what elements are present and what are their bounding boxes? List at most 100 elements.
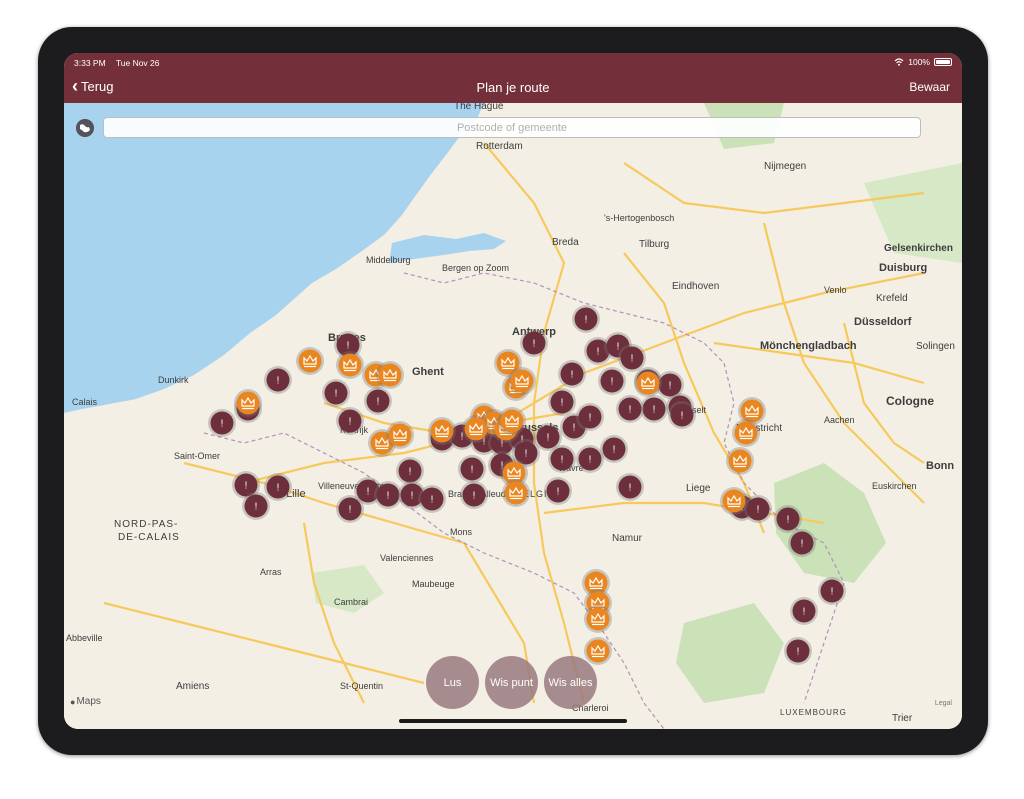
exclamation-marker-icon[interactable]: ! <box>572 305 600 333</box>
exclamation-marker-icon[interactable]: ! <box>784 637 812 665</box>
crown-marker-icon[interactable] <box>726 447 754 475</box>
label-venlo: Venlo <box>824 285 847 295</box>
crown-marker-icon[interactable] <box>386 421 414 449</box>
exclamation-marker-icon[interactable]: ! <box>576 445 604 473</box>
exclamation-marker-icon[interactable]: ! <box>322 379 350 407</box>
save-button[interactable]: Bewaar <box>909 80 950 94</box>
exclamation-marker-icon[interactable]: ! <box>598 367 626 395</box>
exclamation-marker-icon[interactable]: ! <box>374 481 402 509</box>
exclamation-marker-icon[interactable]: ! <box>640 395 668 423</box>
label-monchengladbach: Mönchengladbach <box>760 340 857 352</box>
maps-label: Maps <box>76 696 101 707</box>
crown-marker-icon[interactable] <box>508 367 536 395</box>
legal-link[interactable]: Legal <box>935 700 952 707</box>
exclamation-marker-icon[interactable]: ! <box>264 473 292 501</box>
svg-text:!: ! <box>653 405 656 416</box>
svg-text:!: ! <box>221 419 224 430</box>
crown-marker-icon[interactable] <box>428 417 456 445</box>
exclamation-marker-icon[interactable]: ! <box>544 477 572 505</box>
exclamation-marker-icon[interactable]: ! <box>774 505 802 533</box>
exclamation-marker-icon[interactable]: ! <box>264 366 292 394</box>
crown-marker-icon[interactable] <box>498 407 526 435</box>
svg-text:!: ! <box>533 339 536 350</box>
exclamation-marker-icon[interactable]: ! <box>616 473 644 501</box>
svg-text:!: ! <box>629 405 632 416</box>
exclamation-marker-icon[interactable]: ! <box>418 485 446 513</box>
clear-point-button[interactable]: Wis punt <box>485 656 538 709</box>
exclamation-marker-icon[interactable]: ! <box>616 395 644 423</box>
svg-text:!: ! <box>561 455 564 466</box>
exclamation-marker-icon[interactable]: ! <box>668 401 696 429</box>
exclamation-marker-icon[interactable]: ! <box>242 492 270 520</box>
maps-attribution[interactable]: ● Maps <box>70 696 101 707</box>
label-cambrai: Cambrai <box>334 597 368 607</box>
label-luxembourg: LUXEMBOURG <box>780 708 847 717</box>
svg-text:!: ! <box>335 389 338 400</box>
exclamation-marker-icon[interactable]: ! <box>790 597 818 625</box>
label-nord-pas-de-calais-2: DE-CALAIS <box>118 532 180 543</box>
label-gelsenkirchen: Gelsenkirchen <box>884 243 953 254</box>
loop-button[interactable]: Lus <box>426 656 479 709</box>
exclamation-marker-icon[interactable]: ! <box>520 329 548 357</box>
page-title: Plan je route <box>476 80 550 95</box>
svg-text:!: ! <box>255 502 258 513</box>
label-hertogenbosch: 's-Hertogenbosch <box>604 213 674 223</box>
label-middelburg: Middelburg <box>366 255 411 265</box>
exclamation-marker-icon[interactable]: ! <box>364 387 392 415</box>
label-arras: Arras <box>260 567 282 577</box>
crown-marker-icon[interactable] <box>336 351 364 379</box>
apple-logo-icon: ● <box>70 696 76 707</box>
crown-marker-icon[interactable] <box>234 389 262 417</box>
label-cologne: Cologne <box>886 394 934 408</box>
navigation-bar: ‹ Terug Plan je route Bewaar <box>64 71 962 103</box>
label-bergen-op-zoom: Bergen op Zoom <box>442 263 509 273</box>
exclamation-marker-icon[interactable]: ! <box>744 495 772 523</box>
crown-marker-icon[interactable] <box>376 361 404 389</box>
svg-text:!: ! <box>387 491 390 502</box>
exclamation-marker-icon[interactable]: ! <box>548 388 576 416</box>
crown-marker-icon[interactable] <box>720 487 748 515</box>
battery-icon <box>934 58 952 66</box>
exclamation-marker-icon[interactable]: ! <box>208 409 236 437</box>
exclamation-marker-icon[interactable]: ! <box>548 445 576 473</box>
svg-text:!: ! <box>631 354 634 365</box>
home-indicator <box>399 719 627 723</box>
label-maubeuge: Maubeuge <box>412 579 455 589</box>
label-eindhoven: Eindhoven <box>672 281 719 292</box>
label-saint-omer: Saint-Omer <box>174 451 220 461</box>
crown-marker-icon[interactable] <box>584 605 612 633</box>
label-dunkirk: Dunkirk <box>158 375 189 385</box>
app-screen: The Hague Rotterdam 's-Hertogenbosch Til… <box>64 53 962 729</box>
map-view[interactable]: The Hague Rotterdam 's-Hertogenbosch Til… <box>64 103 962 729</box>
clear-all-button[interactable]: Wis alles <box>544 656 597 709</box>
exclamation-marker-icon[interactable]: ! <box>396 457 424 485</box>
svg-text:!: ! <box>349 505 352 516</box>
search-input[interactable] <box>103 117 921 138</box>
exclamation-marker-icon[interactable]: ! <box>460 481 488 509</box>
exclamation-marker-icon[interactable]: ! <box>336 407 364 435</box>
status-time: 3:33 PM <box>74 58 106 68</box>
label-duisburg: Duisburg <box>879 262 927 274</box>
crown-marker-icon[interactable] <box>732 419 760 447</box>
crown-marker-icon[interactable] <box>462 415 490 443</box>
label-mons: Mons <box>450 527 473 537</box>
globe-icon[interactable] <box>76 119 94 137</box>
exclamation-marker-icon[interactable]: ! <box>576 403 604 431</box>
crown-marker-icon[interactable] <box>502 479 530 507</box>
exclamation-marker-icon[interactable]: ! <box>558 360 586 388</box>
crown-marker-icon[interactable] <box>296 347 324 375</box>
wifi-icon <box>894 58 904 66</box>
exclamation-marker-icon[interactable]: ! <box>788 529 816 557</box>
crown-marker-icon[interactable] <box>634 369 662 397</box>
label-abbeville: Abbeville <box>66 633 103 643</box>
svg-text:!: ! <box>571 370 574 381</box>
label-nijmegen: Nijmegen <box>764 161 806 172</box>
exclamation-marker-icon[interactable]: ! <box>618 344 646 372</box>
exclamation-marker-icon[interactable]: ! <box>458 455 486 483</box>
exclamation-marker-icon[interactable]: ! <box>336 495 364 523</box>
exclamation-marker-icon[interactable]: ! <box>818 577 846 605</box>
svg-text:!: ! <box>831 587 834 598</box>
exclamation-marker-icon[interactable]: ! <box>600 435 628 463</box>
svg-text:!: ! <box>431 495 434 506</box>
svg-text:!: ! <box>525 449 528 460</box>
